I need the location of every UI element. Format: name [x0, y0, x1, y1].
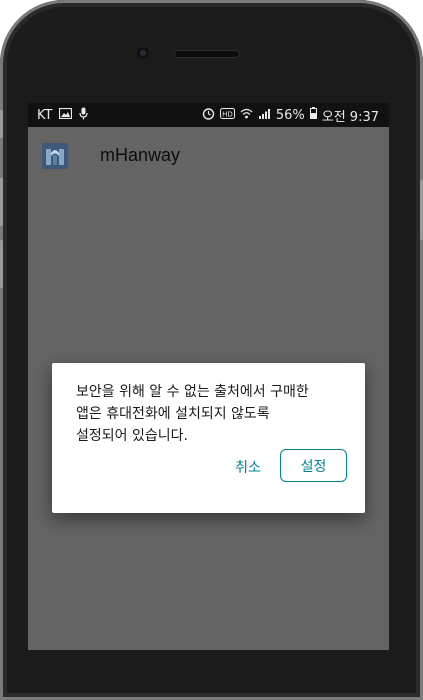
mic-icon	[79, 107, 89, 124]
volume-down-button	[0, 240, 3, 288]
clock: 오전 9:37	[321, 109, 379, 125]
security-alert-dialog: 보안을 위해 알 수 없는 출처에서 구매한 앱은 휴대전화에 설치되지 않도록…	[52, 363, 365, 513]
status-bar: KT HD 56% 오전 9:37	[28, 103, 389, 127]
dialog-message: 보안을 위해 알 수 없는 출처에서 구매한 앱은 휴대전화에 설치되지 않도록…	[76, 384, 309, 444]
earpiece-speaker	[175, 51, 239, 57]
cancel-button[interactable]: 취소	[224, 450, 272, 484]
signal-icon	[258, 108, 271, 123]
settings-button[interactable]: 설정	[280, 449, 347, 482]
svg-text:HD: HD	[222, 110, 233, 118]
alarm-icon	[202, 107, 215, 124]
front-camera	[137, 47, 149, 59]
phone-frame: KT HD 56% 오전 9:37 mHanway 보안을 위해 알 수 없는 …	[0, 0, 423, 700]
app-logo-icon	[42, 143, 68, 169]
screen: KT HD 56% 오전 9:37 mHanway 보안을 위해 알 수 없는 …	[28, 103, 389, 650]
hd-icon: HD	[219, 107, 235, 123]
app-title: mHanway	[100, 145, 181, 165]
wifi-icon	[240, 108, 253, 123]
carrier-label: KT	[37, 107, 53, 123]
app-bar: mHanway	[28, 127, 389, 183]
volume-up-button	[0, 178, 3, 226]
image-icon	[59, 107, 73, 123]
battery-icon	[309, 107, 317, 123]
battery-percent: 56%	[275, 107, 305, 123]
silent-switch	[0, 110, 3, 138]
